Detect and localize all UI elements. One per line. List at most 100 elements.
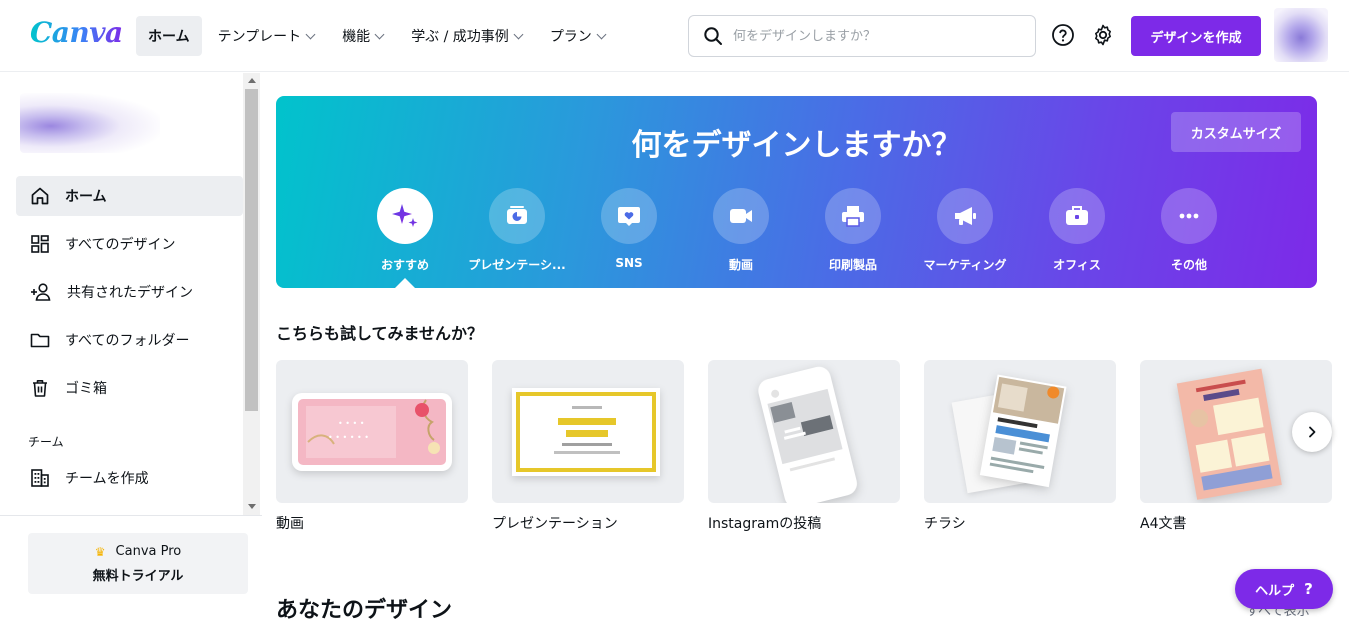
search-box[interactable] bbox=[688, 15, 1036, 57]
presentation-icon bbox=[489, 188, 545, 244]
sidebar-item-label: 共有されたデザイン bbox=[67, 285, 193, 301]
sidebar-team: チームを作成 bbox=[16, 458, 243, 506]
sidebar-item-label: ホーム bbox=[65, 189, 107, 205]
hero-title: 何をデザインしますか？ bbox=[631, 128, 962, 163]
nav-templates[interactable]: テンプレート bbox=[206, 16, 327, 56]
create-design-button[interactable]: デザインを作成 bbox=[1131, 16, 1261, 56]
custom-size-button[interactable]: カスタムサイズ bbox=[1171, 112, 1301, 152]
sidebar-item-home[interactable]: ホーム bbox=[16, 176, 243, 216]
category-label: プレゼンテーシ... bbox=[468, 258, 566, 272]
help-button[interactable]: ヘルプ ? bbox=[1235, 569, 1333, 609]
building-icon bbox=[31, 469, 49, 487]
suggestions-title: こちらも試してみませんか？ bbox=[276, 324, 484, 343]
heart-bubble-icon bbox=[601, 188, 657, 244]
svg-text:• • • •: • • • • bbox=[338, 419, 365, 428]
sidebar-item-trash[interactable]: ゴミ箱 bbox=[16, 368, 243, 408]
printer-icon bbox=[825, 188, 881, 244]
sidebar-item-folders[interactable]: すべてのフォルダー bbox=[16, 320, 243, 360]
category-video[interactable]: 動画 bbox=[685, 188, 797, 273]
card-label: プレゼンテーション bbox=[492, 516, 618, 532]
selected-category-pointer bbox=[395, 278, 415, 288]
category-office[interactable]: オフィス bbox=[1021, 188, 1133, 273]
category-sns[interactable]: SNS bbox=[573, 188, 685, 270]
grid-icon bbox=[31, 235, 49, 253]
account-avatar[interactable] bbox=[20, 93, 160, 153]
card-thumbnail bbox=[708, 360, 900, 503]
scroll-up-arrow-icon[interactable] bbox=[248, 78, 256, 83]
category-print[interactable]: 印刷製品 bbox=[797, 188, 909, 273]
folder-icon bbox=[30, 333, 50, 348]
chevron-right-icon bbox=[1309, 426, 1316, 438]
sidebar-item-shared[interactable]: 共有されたデザイン bbox=[16, 272, 243, 312]
your-designs-title: あなたのデザイン bbox=[276, 598, 453, 623]
svg-text:• • • • • •: • • • • • • bbox=[328, 433, 369, 442]
team-section-label: チーム bbox=[28, 435, 64, 449]
category-label: 印刷製品 bbox=[828, 258, 877, 272]
nav-home[interactable]: ホーム bbox=[136, 16, 202, 56]
search-input[interactable] bbox=[733, 28, 1023, 44]
card-thumbnail bbox=[492, 360, 684, 503]
category-label: その他 bbox=[1170, 258, 1207, 272]
card-thumbnail: • • • • • • • • • • bbox=[276, 360, 468, 503]
category-label: おすすめ bbox=[380, 258, 429, 272]
nav-home-label: ホーム bbox=[148, 29, 190, 45]
category-label: SNS bbox=[615, 256, 643, 270]
megaphone-icon bbox=[937, 188, 993, 244]
category-presentation[interactable]: プレゼンテーシ... bbox=[461, 188, 573, 273]
more-dots-icon bbox=[1161, 188, 1217, 244]
sidebar-menu: ホーム すべてのデザイン 共有されたデザイン すべてのフォルダー ゴミ箱 bbox=[16, 176, 243, 416]
scrollbar-thumb[interactable] bbox=[245, 89, 258, 411]
top-navigation-bar: Canva ホーム テンプレート 機能 学ぶ / 成功事例 プラン デザインを作… bbox=[0, 0, 1349, 72]
category-label: マーケティング bbox=[923, 258, 1007, 272]
chevron-down-icon bbox=[305, 29, 316, 39]
sidebar-item-all-designs[interactable]: すべてのデザイン bbox=[16, 224, 243, 264]
sidebar-item-label: すべてのフォルダー bbox=[65, 333, 190, 349]
category-marketing[interactable]: マーケティング bbox=[909, 188, 1021, 273]
sidebar-scrollbar[interactable] bbox=[243, 73, 260, 516]
suggestion-card-flyer[interactable]: チラシ bbox=[924, 360, 1116, 533]
nav-templates-label: テンプレート bbox=[217, 29, 302, 45]
suggestion-card-video[interactable]: • • • • • • • • • • 動画 bbox=[276, 360, 468, 533]
sidebar-item-label: すべてのデザイン bbox=[65, 237, 176, 253]
main-nav: ホーム テンプレート 機能 学ぶ / 成功事例 プラン bbox=[136, 16, 621, 56]
category-recommended[interactable]: おすすめ bbox=[349, 188, 461, 273]
pro-title: Canva Pro bbox=[115, 544, 182, 559]
pro-trial-label: 無料トライアル bbox=[92, 569, 184, 584]
question-mark-icon: ? bbox=[1304, 580, 1313, 598]
nav-features-label: 機能 bbox=[342, 29, 371, 45]
crown-icon: ♛ bbox=[94, 544, 106, 559]
nav-features[interactable]: 機能 bbox=[330, 16, 395, 56]
card-label: チラシ bbox=[924, 516, 966, 532]
sidebar-footer: ♛ Canva Pro 無料トライアル bbox=[0, 515, 262, 625]
sidebar-item-label: チームを作成 bbox=[65, 471, 149, 487]
nav-learn-label: 学ぶ / 成功事例 bbox=[411, 29, 509, 45]
sidebar: ホーム すべてのデザイン 共有されたデザイン すべてのフォルダー ゴミ箱 チーム… bbox=[0, 73, 262, 625]
carousel-next-button[interactable] bbox=[1292, 412, 1332, 452]
card-label: 動画 bbox=[276, 516, 304, 532]
help-label: ヘルプ bbox=[1255, 583, 1295, 599]
nav-learn[interactable]: 学ぶ / 成功事例 bbox=[399, 16, 534, 56]
canva-logo[interactable]: Canva bbox=[30, 16, 123, 49]
card-label: Instagramの投稿 bbox=[708, 516, 822, 532]
chevron-down-icon bbox=[596, 29, 607, 39]
design-hero-banner: 何をデザインしますか？ カスタムサイズ おすすめ プレゼンテーシ... SNS … bbox=[276, 96, 1317, 288]
nav-plans[interactable]: プラン bbox=[538, 16, 617, 56]
canva-pro-trial-button[interactable]: ♛ Canva Pro 無料トライアル bbox=[28, 533, 248, 594]
sidebar-item-create-team[interactable]: チームを作成 bbox=[16, 458, 243, 498]
suggestion-card-presentation[interactable]: プレゼンテーション bbox=[492, 360, 684, 533]
pro-title-row: ♛ Canva Pro bbox=[28, 544, 248, 559]
suggestion-card-instagram-post[interactable]: Instagramの投稿 bbox=[708, 360, 900, 533]
help-circle-icon[interactable] bbox=[1050, 22, 1076, 48]
briefcase-icon bbox=[1049, 188, 1105, 244]
chevron-down-icon bbox=[374, 29, 385, 39]
category-more[interactable]: その他 bbox=[1133, 188, 1245, 273]
category-label: 動画 bbox=[728, 258, 753, 272]
gear-icon[interactable] bbox=[1090, 22, 1116, 48]
sparkle-icon bbox=[377, 188, 433, 244]
card-label: A4文書 bbox=[1140, 516, 1187, 532]
shared-users-icon bbox=[31, 283, 51, 301]
trash-icon bbox=[33, 380, 47, 397]
scroll-down-arrow-icon[interactable] bbox=[248, 504, 256, 509]
video-camera-icon bbox=[713, 188, 769, 244]
avatar[interactable] bbox=[1274, 8, 1328, 62]
